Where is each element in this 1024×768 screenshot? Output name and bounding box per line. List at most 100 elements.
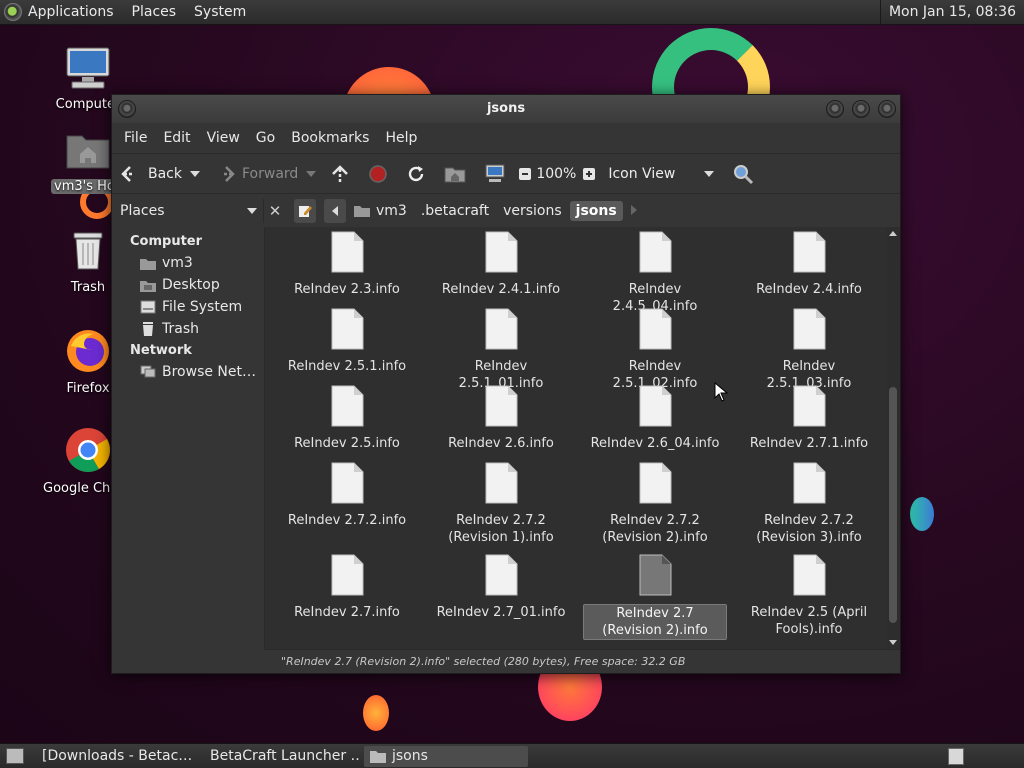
- file-item[interactable]: ReIndev 2.4.5_04.info: [583, 231, 727, 315]
- file-name: ReIndev 2.7 (Revision 2).info: [583, 604, 727, 640]
- maximize-button[interactable]: [852, 100, 870, 118]
- applications-label: Applications: [28, 4, 114, 20]
- file-name: ReIndev 2.3.info: [294, 282, 400, 297]
- view-mode-label: Icon View: [608, 165, 676, 182]
- document-file-icon: [331, 554, 364, 596]
- forward-arrow-icon: [224, 165, 235, 182]
- breadcrumb-vm3[interactable]: vm3: [348, 201, 413, 221]
- file-name: ReIndev 2.7.info: [294, 605, 400, 620]
- sidebar-item-label: File System: [162, 299, 243, 315]
- document-file-icon: [485, 385, 518, 427]
- sidebar-item-browse-network[interactable]: Browse Net…: [112, 361, 264, 383]
- back-history-dropdown[interactable]: [190, 170, 200, 177]
- window-titlebar[interactable]: jsons: [112, 95, 900, 123]
- breadcrumb-right-arrow[interactable]: [630, 203, 637, 219]
- breadcrumb-versions[interactable]: versions: [497, 201, 568, 221]
- file-name: ReIndev 2.5.1.info: [287, 359, 407, 374]
- breadcrumb-left-arrow[interactable]: [324, 198, 346, 223]
- file-item[interactable]: ReIndev 2.3.info: [275, 231, 419, 298]
- system-menu[interactable]: System: [185, 4, 255, 20]
- file-item[interactable]: ReIndev 2.5.1.info: [275, 308, 419, 375]
- menu-edit[interactable]: Edit: [155, 130, 198, 146]
- applications-menu[interactable]: Applications: [0, 3, 123, 21]
- file-item[interactable]: ReIndev 2.5.1_02.info: [583, 308, 727, 392]
- mouse-cursor-icon: [714, 382, 728, 402]
- document-file-icon: [639, 385, 672, 427]
- sidebar-item-file-system[interactable]: File System: [112, 296, 264, 318]
- distro-logo-icon: [4, 3, 22, 21]
- file-item[interactable]: ReIndev 2.5.info: [275, 385, 419, 452]
- view-mode-select[interactable]: Icon View: [608, 165, 715, 182]
- close-button[interactable]: [878, 100, 896, 118]
- computer-button[interactable]: [484, 164, 506, 184]
- file-item[interactable]: ReIndev 2.5.1_01.info: [429, 308, 573, 392]
- stop-button[interactable]: [368, 164, 388, 184]
- scroll-up-arrow-icon[interactable]: [886, 229, 900, 239]
- close-sidebar-icon[interactable]: ✕: [264, 202, 286, 220]
- sidebar-item-vm3[interactable]: vm3: [112, 252, 264, 274]
- file-name: ReIndev 2.4.1.info: [441, 282, 561, 297]
- menu-view[interactable]: View: [199, 130, 248, 146]
- file-item[interactable]: ReIndev 2.4.1.info: [429, 231, 573, 298]
- zoom-level[interactable]: 100%: [536, 166, 576, 182]
- show-desktop-button[interactable]: [6, 748, 24, 764]
- clock[interactable]: Mon Jan 15, 08:36: [879, 0, 1024, 25]
- file-item[interactable]: ReIndev 2.7.2.info: [275, 462, 419, 529]
- document-file-icon: [331, 308, 364, 350]
- file-item[interactable]: ReIndev 2.7.2 (Revision 2).info: [583, 462, 727, 546]
- file-item[interactable]: ReIndev 2.5.1_03.info: [737, 308, 881, 392]
- file-item[interactable]: ReIndev 2.7 (Revision 2).info: [583, 554, 727, 640]
- breadcrumb-betacraft[interactable]: .betacraft: [415, 201, 495, 221]
- document-file-icon: [639, 462, 672, 504]
- file-icon-view[interactable]: ReIndev 2.3.info ReIndev 2.4.1.info ReInde…: [265, 227, 900, 649]
- sidebar-type-label: Places: [120, 202, 165, 219]
- forward-label: Forward: [242, 165, 299, 182]
- chevron-down-icon: [306, 170, 317, 177]
- sidebar-item-trash[interactable]: Trash: [112, 318, 264, 340]
- zoom-out-button[interactable]: [518, 167, 532, 181]
- network-icon: [140, 365, 156, 378]
- document-file-icon: [639, 554, 672, 596]
- file-item[interactable]: ReIndev 2.6.info: [429, 385, 573, 452]
- zoom-in-button[interactable]: [582, 167, 596, 181]
- toolbar: Back Forward 100% Icon View: [112, 153, 900, 193]
- forward-history-dropdown[interactable]: [306, 170, 317, 177]
- toggle-location-entry-button[interactable]: [294, 198, 316, 223]
- file-item[interactable]: ReIndev 2.5 (April Fools).info: [737, 554, 881, 638]
- task-betacraft[interactable]: BetaCraft Launcher …: [198, 746, 360, 767]
- minimize-button[interactable]: [826, 100, 844, 118]
- sidebar-type-select[interactable]: Places: [116, 198, 264, 223]
- breadcrumb-jsons[interactable]: jsons: [569, 200, 623, 221]
- scrollbar-thumb[interactable]: [889, 387, 897, 623]
- file-item[interactable]: ReIndev 2.7.info: [275, 554, 419, 621]
- file-item[interactable]: ReIndev 2.7.2 (Revision 3).info: [737, 462, 881, 546]
- sidebar-item-desktop[interactable]: Desktop: [112, 274, 264, 296]
- file-item[interactable]: ReIndev 2.4.info: [737, 231, 881, 298]
- menu-go[interactable]: Go: [248, 130, 283, 146]
- file-name: ReIndev 2.5.info: [294, 436, 400, 451]
- reload-button[interactable]: [406, 164, 426, 184]
- menu-help[interactable]: Help: [377, 130, 425, 146]
- trash-applet-icon[interactable]: [948, 747, 964, 765]
- file-item[interactable]: ReIndev 2.7.1.info: [737, 385, 881, 452]
- scroll-down-arrow-icon[interactable]: [886, 637, 900, 647]
- window-title: jsons: [486, 101, 526, 116]
- up-button[interactable]: [330, 164, 350, 184]
- document-file-icon: [793, 231, 826, 273]
- places-menu[interactable]: Places: [123, 4, 186, 20]
- window-menu-button[interactable]: [118, 100, 136, 118]
- sidebar-section-computer: Computer: [130, 234, 203, 249]
- home-button[interactable]: [444, 165, 466, 183]
- file-item[interactable]: ReIndev 2.7.2 (Revision 1).info: [429, 462, 573, 546]
- task-jsons[interactable]: jsons: [364, 745, 528, 767]
- file-item[interactable]: ReIndev 2.7_01.info: [429, 554, 573, 621]
- file-item[interactable]: ReIndev 2.6_04.info: [583, 385, 727, 452]
- task-downloads[interactable]: [Downloads - Betac…: [30, 746, 194, 767]
- chevron-down-icon: [704, 170, 715, 177]
- vertical-scrollbar[interactable]: [886, 227, 900, 649]
- back-button[interactable]: Back: [120, 164, 182, 184]
- menu-bookmarks[interactable]: Bookmarks: [283, 130, 377, 146]
- forward-button[interactable]: Forward: [214, 164, 298, 184]
- menu-file[interactable]: File: [116, 130, 155, 146]
- search-button[interactable]: [732, 163, 754, 185]
